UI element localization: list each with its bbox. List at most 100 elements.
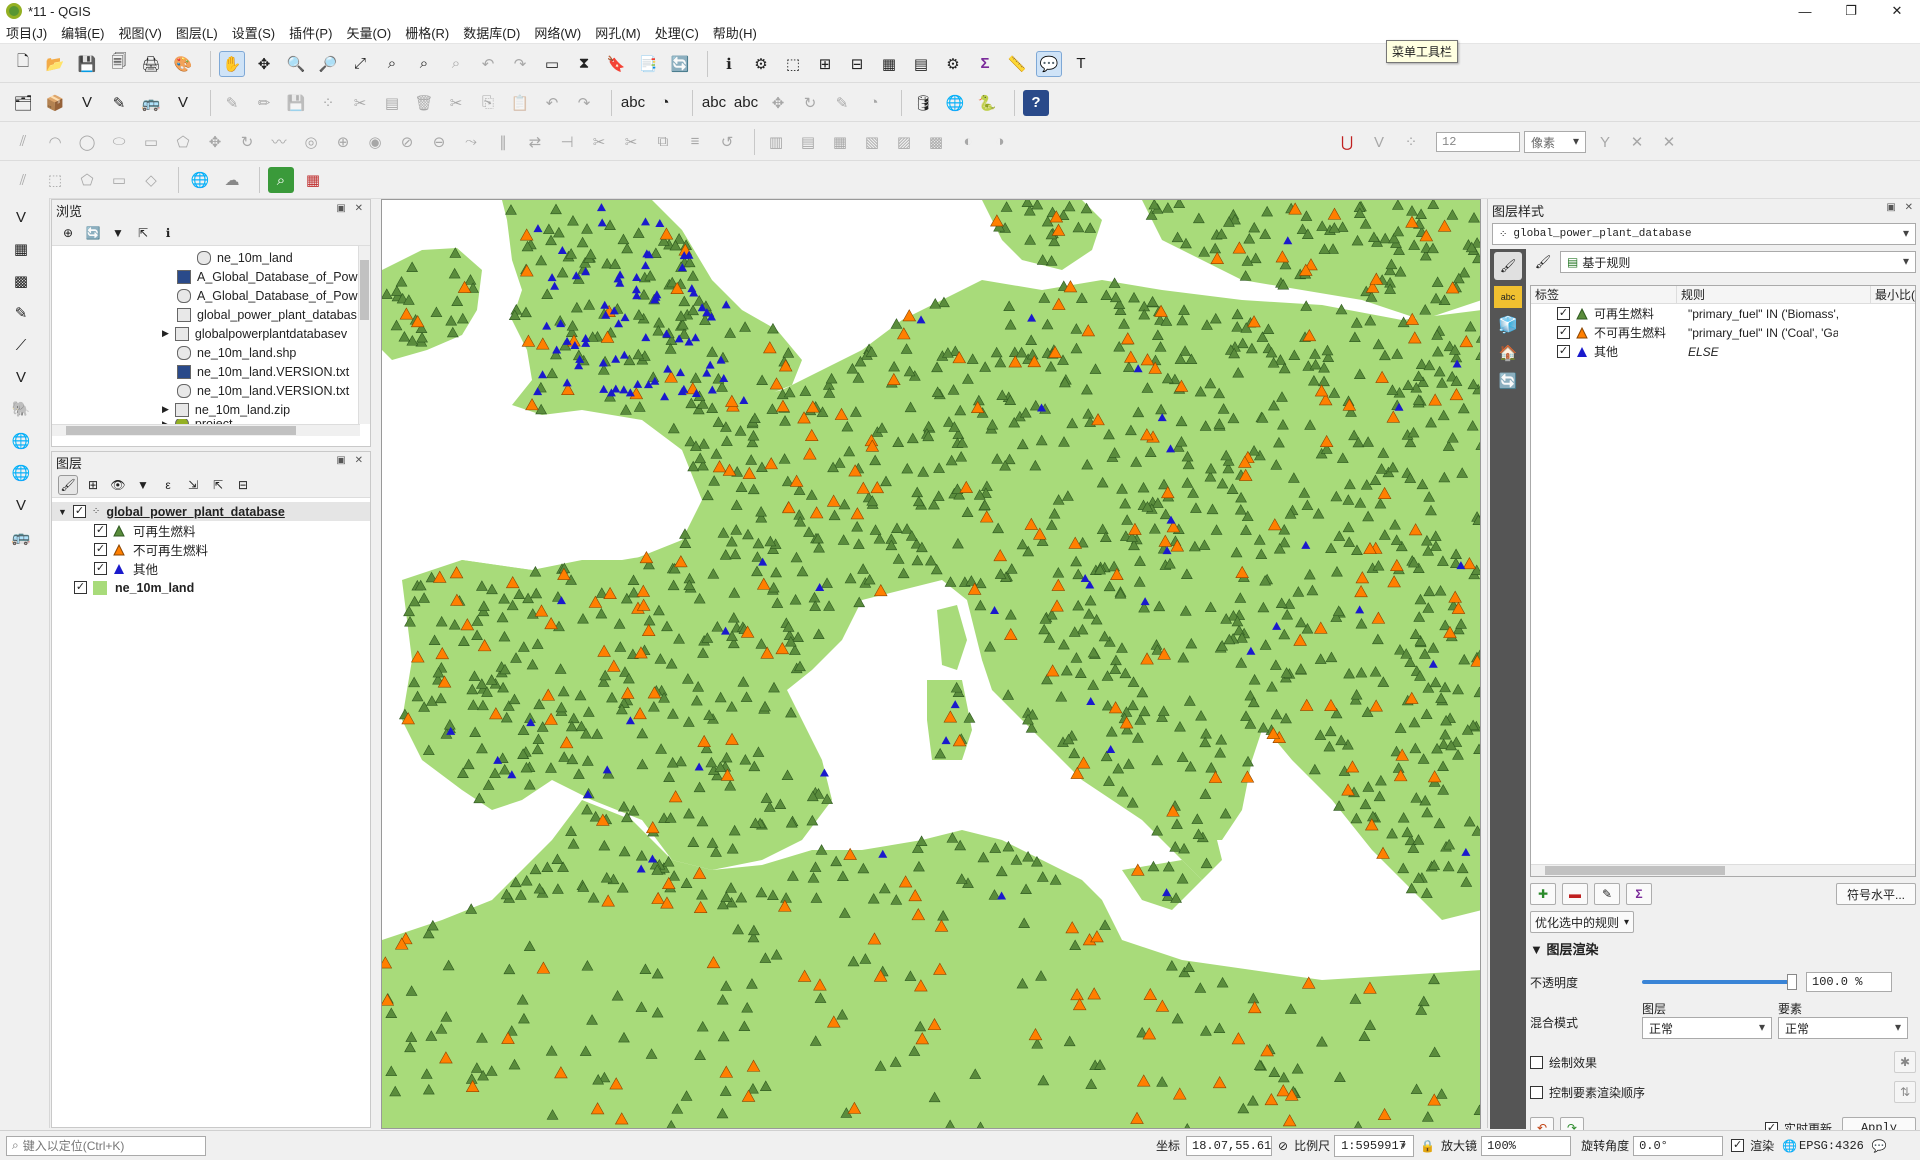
zoom-last-icon[interactable]: ↶: [475, 51, 501, 77]
statistics-icon[interactable]: ▤: [908, 51, 934, 77]
column-label[interactable]: 标签: [1531, 286, 1677, 303]
tree-item[interactable]: A_Global_Database_of_Powe: [52, 286, 370, 305]
zoom-in-icon[interactable]: 🔍: [283, 51, 309, 77]
menu-plugins[interactable]: 插件(P): [289, 23, 332, 42]
add-mesh-layer-icon[interactable]: ▩: [8, 268, 34, 294]
control-order-checkbox[interactable]: [1530, 1085, 1543, 1099]
add-rule-button[interactable]: ✚: [1530, 883, 1556, 905]
column-rule[interactable]: 规则: [1677, 286, 1871, 303]
column-min-scale[interactable]: 最小比(: [1871, 286, 1915, 303]
menu-view[interactable]: 视图(V): [119, 23, 162, 42]
extents-icon[interactable]: ⊘: [1278, 1139, 1288, 1153]
label-move-icon[interactable]: ✥: [765, 90, 791, 116]
minimize-button[interactable]: —: [1782, 0, 1828, 22]
layer-select[interactable]: ⁘ global_power_plant_database: [1492, 223, 1916, 245]
symbology-tab-icon[interactable]: 🖌: [1494, 252, 1522, 280]
coord-input[interactable]: 18.07,55.61: [1186, 1135, 1273, 1156]
vertex-tool-icon[interactable]: ✂: [347, 90, 373, 116]
add-spatialite-icon[interactable]: V: [8, 364, 34, 390]
history-tab-icon[interactable]: 🔄: [1494, 370, 1522, 392]
add-delimited-text-icon[interactable]: ✎: [8, 300, 34, 326]
zoom-full-icon[interactable]: ⤢: [347, 51, 373, 77]
raster-icon-5[interactable]: ▩: [923, 129, 949, 155]
add-selected-icon[interactable]: ⊕: [58, 223, 78, 243]
zoom-out-icon[interactable]: 🔎: [315, 51, 341, 77]
panel-controls[interactable]: ▣ ✕: [1886, 202, 1916, 213]
snap-tolerance-input[interactable]: 12: [1436, 132, 1520, 152]
digitize-curve-icon[interactable]: ⫽: [10, 129, 36, 155]
select-by-value-icon[interactable]: ⊞: [812, 51, 838, 77]
zoom-native-icon[interactable]: ⌕: [443, 51, 469, 77]
expand-all-icon[interactable]: ⇲: [183, 475, 203, 495]
tree-item[interactable]: ▶ globalpowerplantdatabasev: [52, 324, 370, 343]
paste-icon[interactable]: 📋: [507, 90, 533, 116]
opacity-slider[interactable]: [1642, 974, 1797, 990]
menu-processing[interactable]: 处理(C): [655, 23, 699, 42]
menu-help[interactable]: 帮助(H): [713, 23, 757, 42]
help-icon[interactable]: ?: [1023, 89, 1049, 116]
rules-hscrollbar[interactable]: [1531, 864, 1915, 876]
menu-web[interactable]: 网络(W): [534, 23, 581, 42]
split-features-icon[interactable]: ✂: [586, 129, 612, 155]
filter-icon[interactable]: ▼: [108, 223, 128, 243]
menu-settings[interactable]: 设置(S): [232, 23, 275, 42]
browser-hscrollbar[interactable]: [52, 424, 360, 436]
crs-button[interactable]: EPSG:4326: [1799, 1139, 1864, 1153]
attribute-table-icon[interactable]: ▦: [876, 51, 902, 77]
add-group-icon[interactable]: ⊞: [83, 475, 103, 495]
save-project-icon[interactable]: 💾: [74, 51, 100, 77]
simplify-icon[interactable]: 〰: [266, 129, 292, 155]
select-features-icon[interactable]: ⬚: [780, 51, 806, 77]
merge-features-icon[interactable]: ⧉: [650, 129, 676, 155]
label-rotate-icon[interactable]: ↻: [797, 90, 823, 116]
open-project-icon[interactable]: 📂: [42, 51, 68, 77]
raster-icon-1[interactable]: ▤: [795, 129, 821, 155]
browser-refresh-icon[interactable]: 🔄: [83, 223, 103, 243]
menu-vector[interactable]: 矢量(O): [346, 23, 391, 42]
new-shapefile-icon[interactable]: V: [74, 90, 100, 116]
delete-ring-icon[interactable]: ⊘: [394, 129, 420, 155]
tree-item[interactable]: ne_10m_land.VERSION.txt: [52, 362, 370, 381]
move-feature-icon[interactable]: ✥: [202, 129, 228, 155]
circular-string-icon[interactable]: ◠: [42, 129, 68, 155]
expression-filter-icon[interactable]: ε: [158, 475, 178, 495]
remove-rule-button[interactable]: ▬: [1562, 883, 1588, 905]
browser-scrollbar[interactable]: [358, 246, 370, 424]
annotation-icon[interactable]: ▭: [106, 167, 132, 193]
tree-item[interactable]: A_Global_Database_of_Powe: [52, 267, 370, 286]
locator-search-icon[interactable]: ⌕: [268, 167, 294, 193]
rule-row[interactable]: ✓ 不可再生燃料 "primary_fuel" IN ('Coal', 'Gas…: [1531, 323, 1915, 342]
sum-rule-button[interactable]: Σ: [1626, 883, 1652, 905]
locator-input[interactable]: ⌕ 键入以定位(Ctrl+K): [6, 1135, 206, 1156]
offset-curve-icon[interactable]: ∥: [490, 129, 516, 155]
cut-icon[interactable]: ✂: [443, 90, 469, 116]
layer-styling-icon[interactable]: 🖌: [58, 474, 78, 495]
new-geopackage-icon[interactable]: 📦: [42, 90, 68, 116]
create-layer-icon[interactable]: ⫽: [10, 167, 36, 193]
blend-layer-select[interactable]: 正常: [1642, 1017, 1772, 1039]
ellipse-icon[interactable]: ⬭: [106, 129, 132, 155]
layer-rule-other[interactable]: ✓ 其他: [52, 559, 370, 578]
add-raster-layer-icon[interactable]: ▦: [8, 236, 34, 262]
cloud-icon[interactable]: ☁: [219, 167, 245, 193]
new-temp-layer-icon[interactable]: 🚌: [138, 90, 164, 116]
menu-database[interactable]: 数据库(D): [463, 23, 520, 42]
menu-edit[interactable]: 编辑(E): [61, 23, 104, 42]
layer-rule-renewable[interactable]: ✓ 可再生燃料: [52, 521, 370, 540]
fill-ring-icon[interactable]: ◉: [362, 129, 388, 155]
3d-tab-icon[interactable]: 🧊: [1494, 314, 1522, 336]
delete-part-icon[interactable]: ⊖: [426, 129, 452, 155]
layer-row-power-plants[interactable]: ▼ ✓ ⁘ global_power_plant_database: [52, 502, 370, 521]
rotate-feature-icon[interactable]: ↻: [234, 129, 260, 155]
layer-filter-icon[interactable]: ▼: [133, 475, 153, 495]
split-parts-icon[interactable]: ✂: [618, 129, 644, 155]
labels-tab-icon[interactable]: abc: [1494, 286, 1522, 308]
snap-unit-select[interactable]: 像素: [1524, 131, 1586, 153]
select-geometry-icon[interactable]: ⬚: [42, 167, 68, 193]
raster-icon-7[interactable]: ◑: [987, 129, 1013, 155]
self-snap-icon[interactable]: ✕: [1656, 129, 1682, 155]
save-as-icon[interactable]: 🗐: [106, 51, 132, 77]
add-part-icon[interactable]: ⊕: [330, 129, 356, 155]
tree-item[interactable]: global_power_plant_databas: [52, 305, 370, 324]
panel-controls[interactable]: ▣ ✕: [336, 455, 366, 466]
